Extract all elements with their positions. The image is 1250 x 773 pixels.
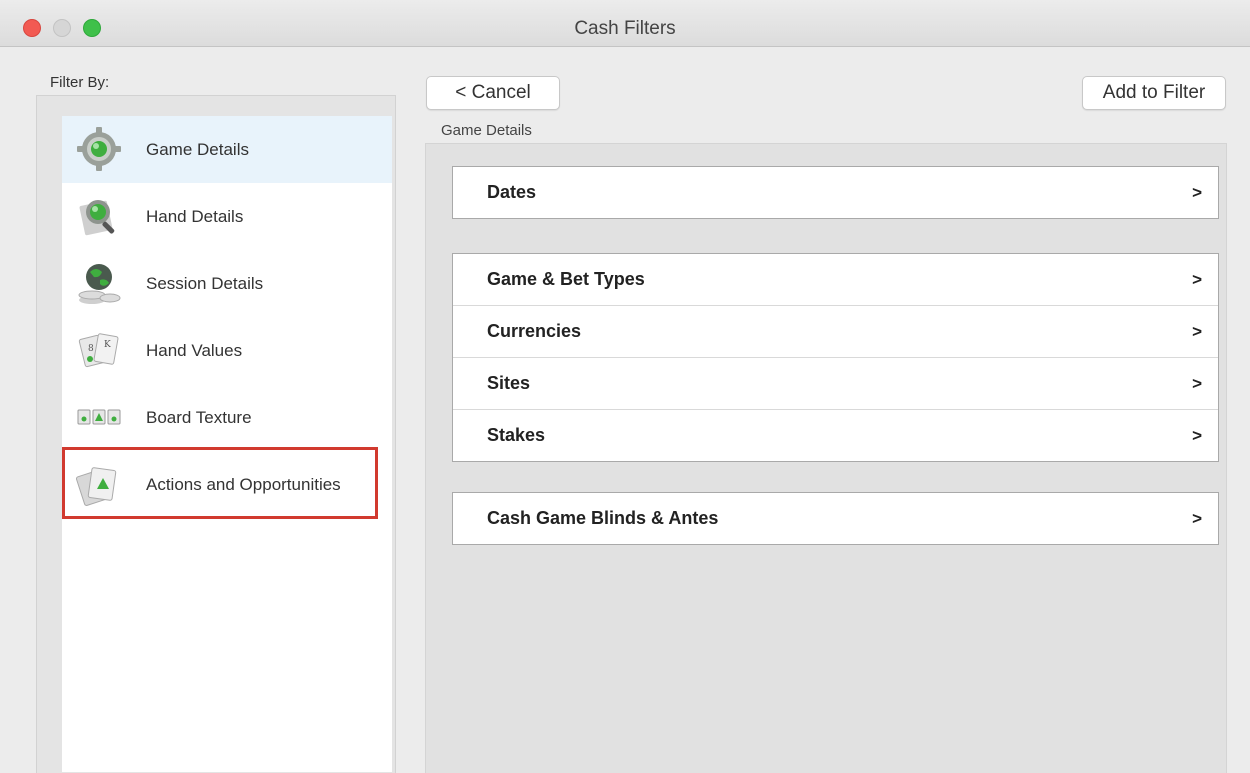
title-bar: Cash Filters bbox=[0, 0, 1250, 47]
add-to-filter-button[interactable]: Add to Filter bbox=[1082, 76, 1226, 110]
filter-group-game: Game & Bet Types > Currencies > Sites > … bbox=[452, 253, 1219, 462]
filter-category-list: Game Details Hand Details Session Detail… bbox=[62, 116, 392, 772]
filter-row-cash-game-blinds-antes[interactable]: Cash Game Blinds & Antes > bbox=[453, 493, 1218, 544]
magnifier-icon bbox=[79, 200, 115, 236]
filter-row-dates[interactable]: Dates > bbox=[453, 167, 1218, 218]
filter-row-label: Cash Game Blinds & Antes bbox=[487, 508, 719, 528]
sidebar-item-label: Hand Details bbox=[146, 206, 244, 226]
sidebar-item-session-details[interactable]: Session Details bbox=[62, 250, 392, 317]
cancel-button[interactable]: < Cancel bbox=[426, 76, 560, 110]
filter-group-dates: Dates > bbox=[452, 166, 1219, 219]
filter-row-label: Stakes bbox=[487, 425, 546, 445]
sidebar-item-hand-values[interactable]: 8 K Hand Values bbox=[62, 317, 392, 384]
globe-coins-icon bbox=[78, 264, 121, 304]
highlight-annotation-box bbox=[62, 447, 378, 519]
svg-text:8: 8 bbox=[88, 344, 94, 354]
sidebar-item-label: Hand Values bbox=[146, 340, 243, 360]
chevron-right-icon: > bbox=[1192, 508, 1202, 528]
sidebar-item-board-texture[interactable]: Board Texture bbox=[62, 384, 392, 451]
filter-row-currencies[interactable]: Currencies > bbox=[453, 305, 1218, 357]
filter-row-label: Game & Bet Types bbox=[487, 269, 645, 289]
sidebar-item-hand-details[interactable]: Hand Details bbox=[62, 183, 392, 250]
filter-row-sites[interactable]: Sites > bbox=[453, 357, 1218, 409]
sidebar-item-label: Session Details bbox=[146, 273, 264, 293]
sidebar-item-game-details[interactable]: Game Details bbox=[62, 116, 392, 183]
chevron-right-icon: > bbox=[1192, 373, 1202, 393]
section-caption: Game Details bbox=[441, 122, 532, 139]
sidebar-item-label: Game Details bbox=[146, 139, 249, 159]
board-cards-icon bbox=[77, 409, 121, 425]
window-title: Cash Filters bbox=[574, 18, 676, 39]
svg-text:K: K bbox=[104, 340, 111, 350]
cash-filters-window: Cash Filters Filter By: Game Details Han… bbox=[0, 0, 1250, 773]
cards-icon: 8 K bbox=[78, 333, 119, 368]
filter-group-blinds: Cash Game Blinds & Antes > bbox=[452, 492, 1219, 545]
chevron-right-icon: > bbox=[1192, 182, 1202, 202]
filter-row-label: Dates bbox=[487, 182, 537, 202]
filter-row-label: Sites bbox=[487, 373, 531, 393]
chevron-right-icon: > bbox=[1192, 269, 1202, 289]
filter-row-stakes[interactable]: Stakes > bbox=[453, 409, 1218, 461]
filter-by-label: Filter By: bbox=[50, 74, 110, 91]
sidebar-item-label: Board Texture bbox=[146, 407, 252, 427]
gear-icon bbox=[77, 127, 121, 171]
chevron-right-icon: > bbox=[1192, 321, 1202, 341]
chevron-right-icon: > bbox=[1192, 425, 1202, 445]
filter-row-label: Currencies bbox=[487, 321, 582, 341]
filter-row-game-bet-types[interactable]: Game & Bet Types > bbox=[453, 254, 1218, 305]
